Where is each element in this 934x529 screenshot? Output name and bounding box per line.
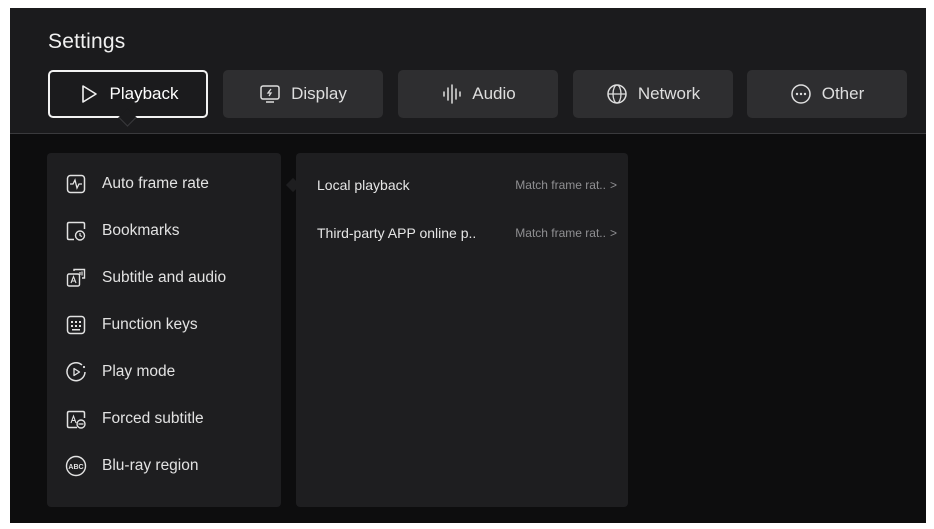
menu-item-label: Blu-ray region [102,457,199,474]
settings-menu: Auto frame rate Bookmarks Subtitle and a… [47,153,281,507]
menu-item-forced-subtitle[interactable]: Forced subtitle [65,404,275,434]
setting-label: Third-party APP online p.. [317,225,477,241]
bluray-badge-text: ABC [68,464,83,471]
tab-display[interactable]: Display [223,70,383,118]
chevron-right-icon: > [609,178,617,192]
tab-label: Other [821,84,865,103]
menu-item-blu-ray-region[interactable]: ABC Blu-ray region [65,451,275,481]
tab-label: Display [291,84,347,103]
divider [10,133,926,134]
globe-icon [606,83,628,105]
setting-row-local-playback[interactable]: Local playback Match frame rat.. > [317,173,617,197]
forced-subtitle-icon [65,408,87,430]
subtitle-audio-icon [65,267,87,289]
settings-screen: Settings Playback Display Audio Network [10,8,926,523]
menu-item-auto-frame-rate[interactable]: Auto frame rate [65,169,275,199]
tab-bar: Playback Display Audio Network Other [48,70,908,120]
tab-network[interactable]: Network [573,70,733,118]
play-icon [78,83,100,105]
tab-playback[interactable]: Playback [48,70,208,118]
setting-row-third-party-online[interactable]: Third-party APP online p.. Match frame r… [317,221,617,245]
tab-other[interactable]: Other [747,70,907,118]
menu-item-label: Auto frame rate [102,175,209,192]
menu-item-label: Subtitle and audio [102,269,227,286]
setting-label: Local playback [317,177,410,193]
play-mode-icon [65,361,87,383]
chevron-right-icon: > [609,226,617,240]
audio-wave-icon [440,83,462,105]
bookmark-clock-icon [65,220,87,242]
setting-value: Match frame rat.. [515,178,606,192]
page-title: Settings [48,30,126,53]
setting-value: Match frame rat.. [515,226,606,240]
menu-item-label: Forced subtitle [102,410,204,427]
frame-rate-icon [65,173,87,195]
menu-item-function-keys[interactable]: Function keys [65,310,275,340]
tab-label: Playback [109,84,179,103]
more-icon [790,83,812,105]
tab-label: Network [637,84,701,103]
menu-item-play-mode[interactable]: Play mode [65,357,275,387]
display-icon [259,83,281,105]
bluray-region-icon: ABC [65,455,87,477]
detail-panel: Local playback Match frame rat.. > Third… [296,153,628,507]
menu-item-label: Function keys [102,316,198,333]
menu-item-label: Bookmarks [102,222,180,239]
menu-item-label: Play mode [102,363,176,380]
keyboard-icon [65,314,87,336]
menu-item-subtitle-and-audio[interactable]: Subtitle and audio [65,263,275,293]
tab-label: Audio [472,84,516,103]
tab-audio[interactable]: Audio [398,70,558,118]
menu-item-bookmarks[interactable]: Bookmarks [65,216,275,246]
